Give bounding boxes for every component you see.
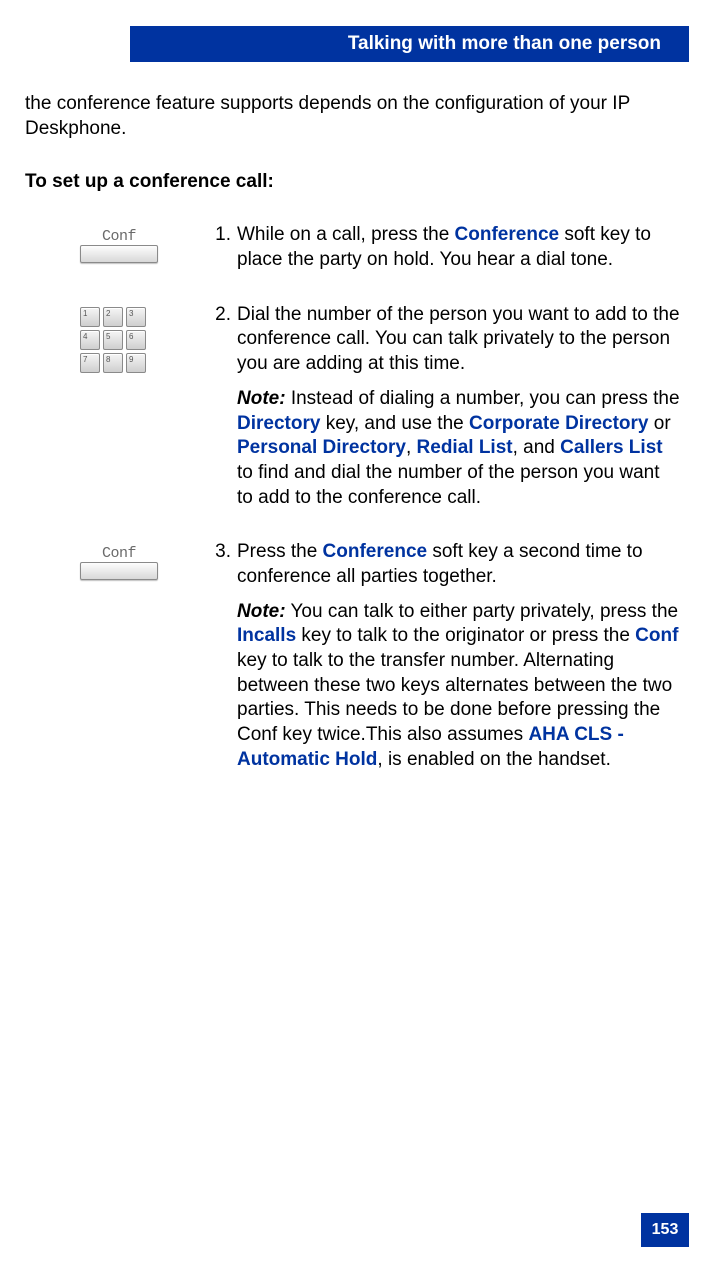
step-3-text: 3. Press the Conference soft key a secon…: [205, 540, 684, 772]
key-4: 4: [80, 330, 100, 350]
key-8: 8: [103, 353, 123, 373]
s2-n-mid2: or: [649, 413, 671, 434]
s2-n-post: to find and dial the number of the perso…: [237, 462, 660, 508]
s3-m-pre: Press the: [237, 541, 323, 562]
conf-softkey-icon: Conf: [80, 228, 158, 263]
s2-n-pre: Instead of dialing a number, you can pre…: [286, 388, 680, 409]
conf-softkey-label-2: Conf: [80, 545, 158, 562]
conference-key-2: Conference: [323, 541, 428, 562]
step-1-text: 1. While on a call, press the Conference…: [205, 223, 684, 272]
step-2-text: 2. Dial the number of the person you wan…: [205, 303, 684, 511]
s2-n-mid3: ,: [406, 437, 417, 458]
note-label-2: Note:: [237, 601, 286, 622]
key-5: 5: [103, 330, 123, 350]
key-1: 1: [80, 307, 100, 327]
keypad-icon: 1 2 3 4 5 6 7 8 9: [80, 307, 205, 373]
step-2: 1 2 3 4 5 6 7 8 9 2. Dial the number of …: [25, 303, 684, 511]
softkey-button-icon: [80, 245, 158, 263]
key-3: 3: [126, 307, 146, 327]
key-6: 6: [126, 330, 146, 350]
header-title: Talking with more than one person: [348, 33, 661, 55]
s2-n-mid4: , and: [513, 437, 561, 458]
s3-n-post: , is enabled on the handset.: [377, 749, 610, 770]
incalls-key: Incalls: [237, 625, 296, 646]
softkey-button-icon-2: [80, 562, 158, 580]
note-label: Note:: [237, 388, 286, 409]
step-2-icon: 1 2 3 4 5 6 7 8 9: [25, 303, 205, 511]
step-3-icon: Conf: [25, 540, 205, 772]
s3-n-mid1: key to talk to the originator or press t…: [296, 625, 635, 646]
step-1: Conf 1. While on a call, press the Confe…: [25, 223, 684, 272]
page-content: the conference feature supports depends …: [25, 92, 684, 802]
page-number-box: 153: [641, 1213, 689, 1247]
key-7: 7: [80, 353, 100, 373]
conf-softkey-label: Conf: [80, 228, 158, 245]
conf-softkey-icon-2: Conf: [80, 545, 158, 580]
step-2-main: Dial the number of the person you want t…: [237, 303, 680, 377]
step-1-icon: Conf: [25, 223, 205, 272]
directory-key: Directory: [237, 413, 320, 434]
step-3-number: 3.: [205, 540, 237, 565]
callers-list-key: Callers List: [560, 437, 662, 458]
step-2-number: 2.: [205, 303, 237, 328]
conf-key: Conf: [635, 625, 678, 646]
step-1-pre: While on a call, press the: [237, 224, 455, 245]
conference-key: Conference: [455, 224, 560, 245]
s3-n-pre: You can talk to either party privately, …: [286, 601, 679, 622]
step-3-note: Note: You can talk to either party priva…: [237, 600, 680, 773]
personal-directory-key: Personal Directory: [237, 437, 406, 458]
section-heading: To set up a conference call:: [25, 171, 684, 193]
page-number: 153: [652, 1221, 679, 1239]
s2-n-mid1: key, and use the: [320, 413, 469, 434]
step-3-main: Press the Conference soft key a second t…: [237, 540, 680, 589]
corporate-directory-key: Corporate Directory: [469, 413, 649, 434]
redial-list-key: Redial List: [417, 437, 513, 458]
header-bar: Talking with more than one person: [130, 26, 689, 62]
step-3: Conf 3. Press the Conference soft key a …: [25, 540, 684, 772]
key-9: 9: [126, 353, 146, 373]
key-2: 2: [103, 307, 123, 327]
intro-text: the conference feature supports depends …: [25, 92, 684, 141]
step-1-number: 1.: [205, 223, 237, 248]
step-2-note: Note: Instead of dialing a number, you c…: [237, 387, 680, 510]
